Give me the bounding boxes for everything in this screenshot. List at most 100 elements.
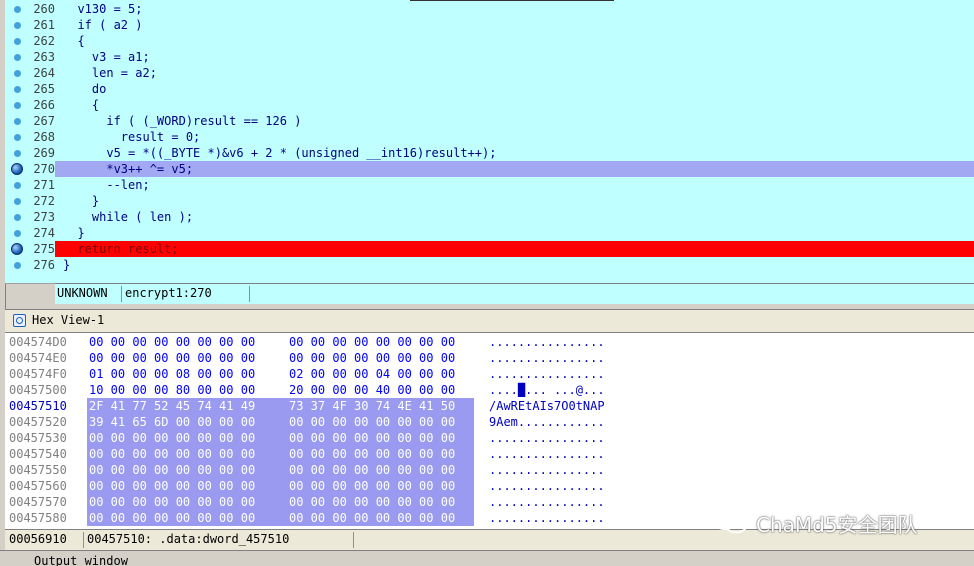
hex-ascii: ................	[489, 335, 605, 349]
code-line[interactable]: 269 v5 = *((_BYTE *)&v6 + 2 * (unsigned …	[5, 145, 974, 161]
code-text: {	[63, 34, 85, 48]
hex-ascii: ................	[489, 447, 605, 461]
hex-bytes-high: 00 00 00 00 00 00 00 00	[289, 335, 456, 349]
code-line[interactable]: 262 {	[5, 33, 974, 49]
line-marker-icon[interactable]	[14, 102, 21, 109]
code-line[interactable]: 267 if ( (_WORD)result == 126 )	[5, 113, 974, 129]
line-marker-icon[interactable]	[14, 150, 21, 157]
hex-row[interactable]: 00457560 00 00 00 00 00 00 00 00 00 00 00 …	[5, 478, 974, 494]
hex-row[interactable]: 00457550 00 00 00 00 00 00 00 00 00 00 00 …	[5, 462, 974, 478]
code-line[interactable]: 272 }	[5, 193, 974, 209]
code-text: --len;	[63, 178, 150, 192]
hex-bytes-high: 02 00 00 00 04 00 00 00	[289, 367, 456, 381]
hex-bytes-low: 00 00 00 00 00 00 00 00	[89, 495, 256, 509]
hex-bytes-high: 00 00 00 00 00 00 00 00	[289, 447, 456, 461]
line-number: 274	[33, 226, 55, 240]
line-number: 276	[33, 258, 55, 272]
hex-bytes-high: 00 00 00 00 00 00 00 00	[289, 495, 456, 509]
line-number: 267	[33, 114, 55, 128]
line-marker-icon[interactable]	[14, 262, 21, 269]
hex-ascii: ....█... ...@...	[489, 383, 605, 397]
pseudocode-view[interactable]: 260 v130 = 5; 261 if ( a2 ) 262 {263 v3 = …	[5, 0, 974, 284]
line-marker-icon[interactable]	[14, 54, 21, 61]
line-marker-icon[interactable]	[14, 22, 21, 29]
hex-ascii: ................	[489, 479, 605, 493]
code-text: if ( a2 )	[63, 18, 143, 32]
line-marker-icon[interactable]	[14, 86, 21, 93]
hex-row[interactable]: 00457540 00 00 00 00 00 00 00 00 00 00 00 …	[5, 446, 974, 462]
code-line[interactable]: 270 *v3++ ^= v5;	[5, 161, 974, 177]
line-marker-icon[interactable]	[14, 198, 21, 205]
code-text: {	[63, 98, 100, 112]
code-line[interactable]: 276}	[5, 257, 974, 273]
line-marker-icon[interactable]	[14, 70, 21, 77]
hex-location: 00457510: .data:dword_457510	[87, 532, 290, 546]
hex-view-tab[interactable]: Hex View-1	[5, 309, 974, 333]
output-window-strip[interactable]: Output window	[0, 550, 974, 566]
hex-row[interactable]: 00457510 2F 41 77 52 45 74 41 49 73 37 4F …	[5, 398, 974, 414]
breakpoint-icon[interactable]	[11, 243, 23, 255]
hex-bytes-low: 00 00 00 00 00 00 00 00	[89, 431, 256, 445]
code-text: result = 0;	[63, 130, 201, 144]
hex-ascii: ................	[489, 511, 605, 525]
code-line[interactable]: 274 }	[5, 225, 974, 241]
code-line[interactable]: 263 v3 = a1;	[5, 49, 974, 65]
line-number: 263	[33, 50, 55, 64]
code-line[interactable]: 261 if ( a2 )	[5, 17, 974, 33]
hex-row[interactable]: 004574D0 00 00 00 00 00 00 00 00 00 00 00 …	[5, 334, 974, 350]
line-marker-icon[interactable]	[14, 182, 21, 189]
code-line[interactable]: 271 --len;	[5, 177, 974, 193]
hex-bytes-low: 00 00 00 00 00 00 00 00	[89, 351, 256, 365]
line-number: 273	[33, 210, 55, 224]
hex-row[interactable]: 004574E0 00 00 00 00 00 00 00 00 00 00 00 …	[5, 350, 974, 366]
breakpoint-icon[interactable]	[11, 163, 23, 175]
code-text: do	[63, 82, 107, 96]
hex-bytes-low: 00 00 00 00 00 00 00 00	[89, 447, 256, 461]
hex-address: 004574E0	[9, 351, 67, 365]
hex-address: 00457570	[9, 495, 67, 509]
code-line[interactable]: 275 return result;	[5, 241, 974, 257]
code-text: v3 = a1;	[63, 50, 150, 64]
hex-row[interactable]: 00457500 10 00 00 00 80 00 00 00 20 00 00 …	[5, 382, 974, 398]
hex-ascii: /AwREtAIs7O0tNAP	[489, 399, 605, 413]
hex-view-icon	[13, 314, 26, 327]
hex-view-title: Hex View-1	[32, 313, 105, 327]
line-number: 270	[33, 162, 55, 176]
code-line[interactable]: 273 while ( len );	[5, 209, 974, 225]
hex-address: 00457520	[9, 415, 67, 429]
line-marker-icon[interactable]	[14, 230, 21, 237]
hex-row[interactable]: 00457570 00 00 00 00 00 00 00 00 00 00 00 …	[5, 494, 974, 510]
hex-bytes-high: 73 37 4F 30 74 4E 41 50	[289, 399, 456, 413]
hex-ascii: ................	[489, 367, 605, 381]
line-marker-icon[interactable]	[14, 6, 21, 13]
hex-bytes-high: 20 00 00 00 40 00 00 00	[289, 383, 456, 397]
code-text: if ( (_WORD)result == 126 )	[63, 114, 302, 128]
code-line[interactable]: 260 v130 = 5;	[5, 1, 974, 17]
code-text: }	[63, 194, 100, 208]
line-number: 260	[33, 2, 55, 16]
line-marker-icon[interactable]	[14, 38, 21, 45]
hex-bytes-high: 00 00 00 00 00 00 00 00	[289, 431, 456, 445]
hex-bytes-high: 00 00 00 00 00 00 00 00	[289, 511, 456, 525]
line-marker-icon[interactable]	[14, 118, 21, 125]
line-marker-icon[interactable]	[14, 134, 21, 141]
hex-ascii: ................	[489, 431, 605, 445]
line-number: 261	[33, 18, 55, 32]
hex-row[interactable]: 00457520 39 41 65 6D 00 00 00 00 00 00 00 …	[5, 414, 974, 430]
hex-bytes-low: 00 00 00 00 00 00 00 00	[89, 463, 256, 477]
hex-bytes-high: 00 00 00 00 00 00 00 00	[289, 479, 456, 493]
hex-view[interactable]: 004574D0 00 00 00 00 00 00 00 00 00 00 00 …	[5, 333, 974, 529]
code-text: v130 = 5;	[63, 2, 143, 16]
code-line[interactable]: 268 result = 0;	[5, 129, 974, 145]
code-line[interactable]: 264 len = a2;	[5, 65, 974, 81]
hex-bytes-low: 00 00 00 00 00 00 00 00	[89, 335, 256, 349]
line-marker-icon[interactable]	[14, 214, 21, 221]
code-line[interactable]: 265 do	[5, 81, 974, 97]
hex-bytes-low: 2F 41 77 52 45 74 41 49	[89, 399, 256, 413]
code-line[interactable]: 266 {	[5, 97, 974, 113]
hex-bytes-high: 00 00 00 00 00 00 00 00	[289, 351, 456, 365]
hex-row[interactable]: 004574F0 01 00 00 00 08 00 00 00 02 00 00 …	[5, 366, 974, 382]
hex-row[interactable]: 00457530 00 00 00 00 00 00 00 00 00 00 00 …	[5, 430, 974, 446]
line-number: 275	[33, 242, 55, 256]
breakpoint-line-highlight	[55, 241, 974, 257]
